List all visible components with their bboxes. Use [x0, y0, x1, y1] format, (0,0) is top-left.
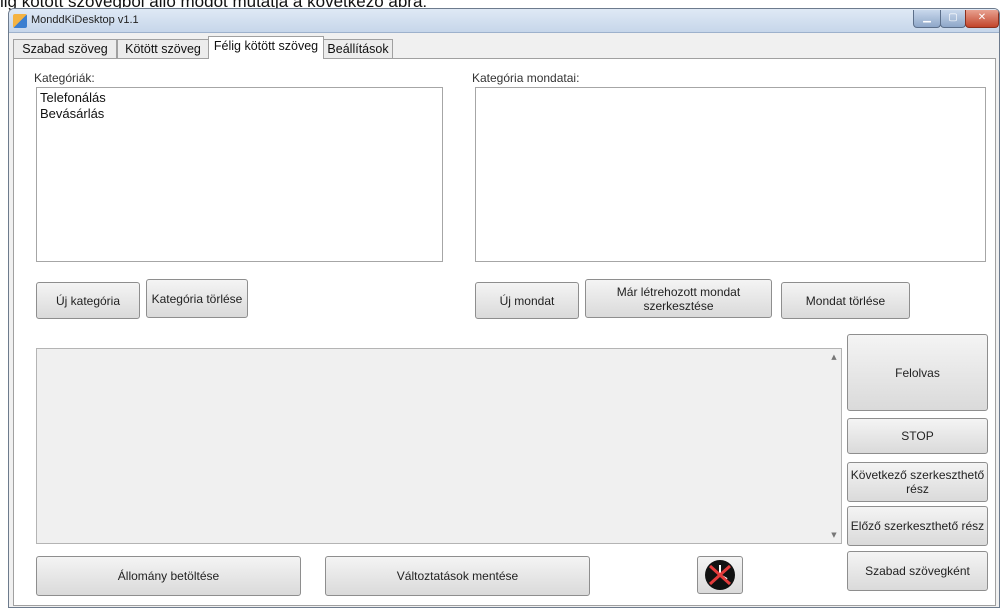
- scroll-up-arrow-icon[interactable]: ▲: [829, 353, 839, 361]
- scroll-down-arrow-icon[interactable]: ▼: [829, 531, 839, 539]
- clock-button[interactable]: [697, 556, 743, 594]
- stop-button[interactable]: STOP: [847, 418, 988, 454]
- title-bar: MonddKiDesktop v1.1 ▁ ▢ ✕: [9, 9, 999, 33]
- previous-editable-part-button[interactable]: Előző szerkeszthető rész: [847, 506, 988, 546]
- app-icon: [13, 14, 27, 28]
- close-button[interactable]: ✕: [965, 10, 999, 28]
- app-window: MonddKiDesktop v1.1 ▁ ▢ ✕ Szabad szöveg …: [8, 8, 1000, 608]
- tab-panel: Kategóriák: Telefonálás Bevásárlás Kateg…: [13, 58, 996, 606]
- delete-category-button[interactable]: Kategória törlése: [146, 279, 248, 318]
- load-file-button[interactable]: Állomány betöltése: [36, 556, 301, 596]
- read-aloud-button[interactable]: Felolvas: [847, 334, 988, 411]
- list-item[interactable]: Bevásárlás: [37, 106, 442, 122]
- maximize-button[interactable]: ▢: [940, 10, 966, 28]
- free-text-button[interactable]: Szabad szövegként: [847, 551, 988, 591]
- tab-szabad-szoveg[interactable]: Szabad szöveg: [13, 39, 117, 58]
- sentences-label: Kategória mondatai:: [472, 71, 580, 85]
- list-item[interactable]: Telefonálás: [37, 90, 442, 106]
- window-title: MonddKiDesktop v1.1: [31, 14, 139, 26]
- categories-label: Kategóriák:: [34, 71, 95, 85]
- tab-kotott-szoveg[interactable]: Kötött szöveg: [117, 39, 209, 58]
- categories-list[interactable]: Telefonálás Bevásárlás: [36, 87, 443, 262]
- new-category-button[interactable]: Új kategória: [36, 282, 140, 319]
- tab-beallitasok[interactable]: Beállítások: [323, 39, 393, 58]
- edit-sentence-button[interactable]: Már létrehozott mondat szerkesztése: [585, 279, 772, 318]
- new-sentence-button[interactable]: Új mondat: [475, 282, 579, 319]
- minimize-button[interactable]: ▁: [913, 10, 941, 28]
- save-changes-button[interactable]: Változtatások mentése: [325, 556, 590, 596]
- next-editable-part-button[interactable]: Következő szerkeszthető rész: [847, 462, 988, 502]
- clock-disabled-icon: [705, 560, 735, 590]
- sentences-list[interactable]: [475, 87, 986, 262]
- delete-sentence-button[interactable]: Mondat törlése: [781, 282, 910, 319]
- tab-felig-kotott-szoveg[interactable]: Félig kötött szöveg: [208, 36, 324, 59]
- text-area[interactable]: ▲ ▼: [36, 348, 842, 544]
